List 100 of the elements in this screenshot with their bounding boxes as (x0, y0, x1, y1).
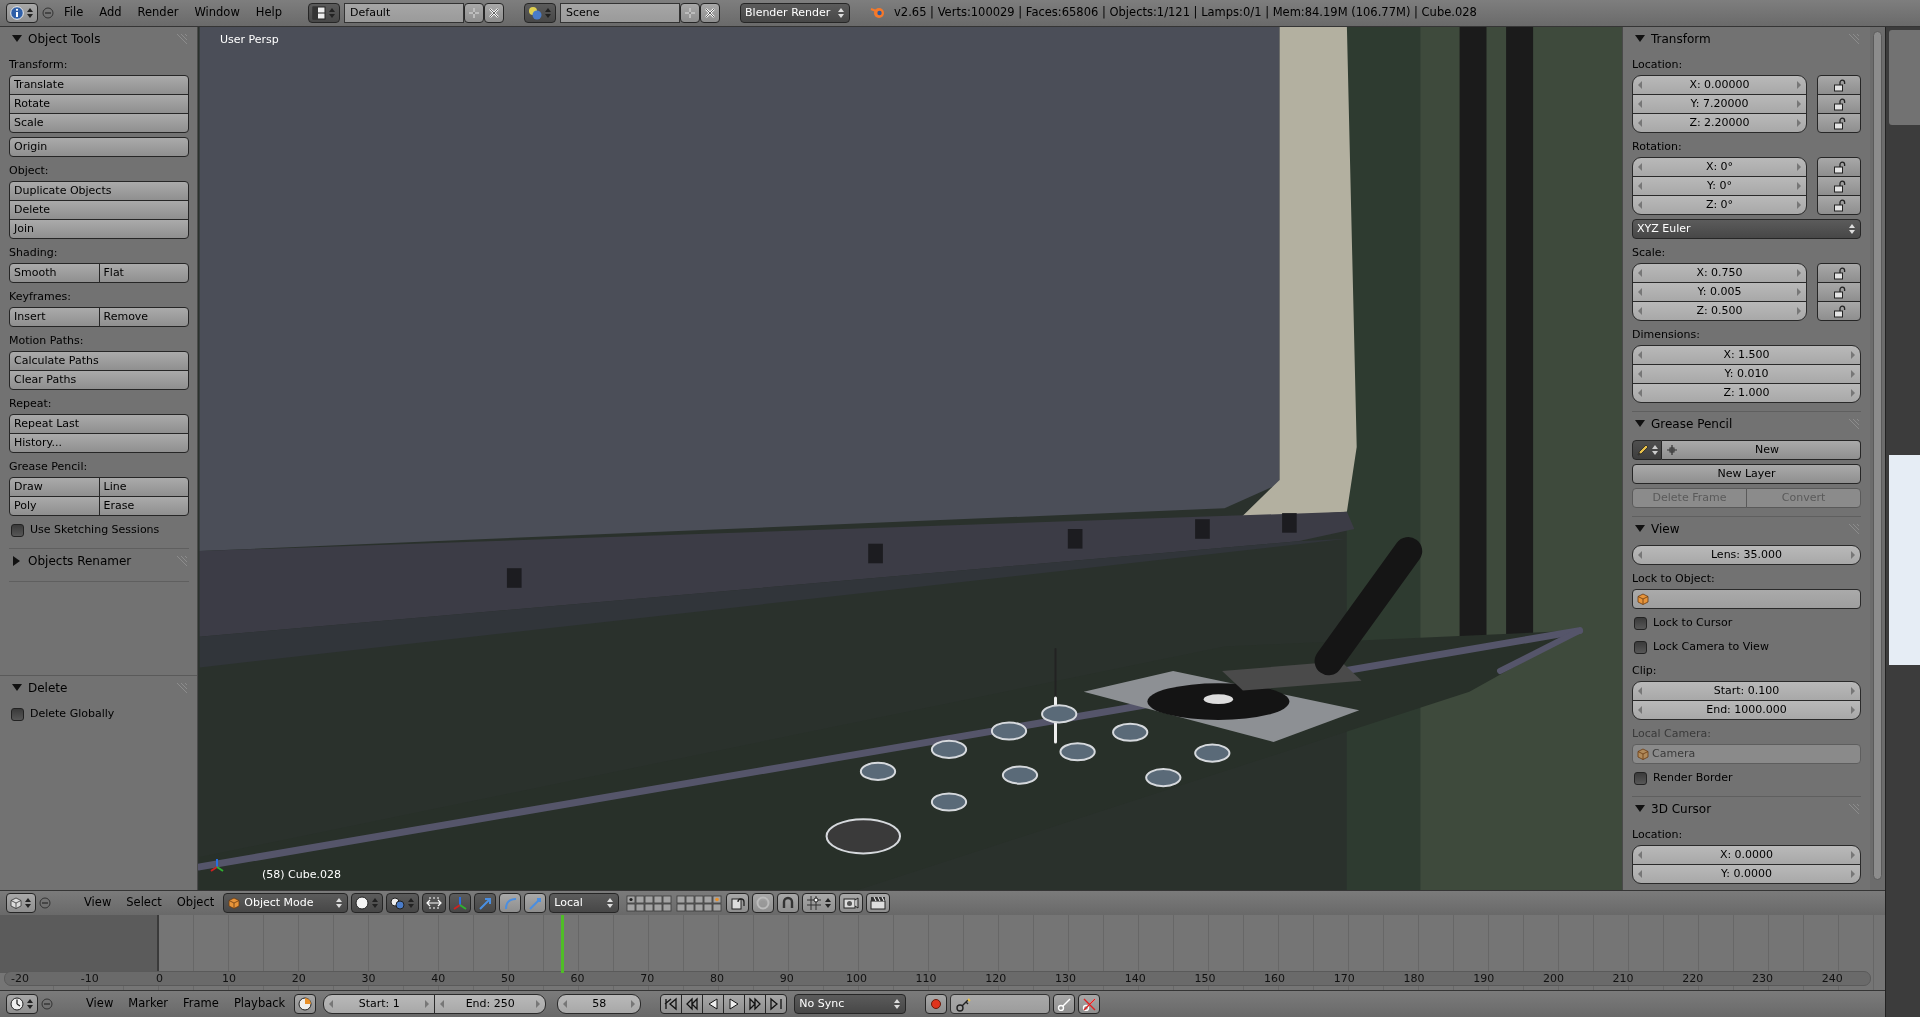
checkbox[interactable] (1634, 616, 1647, 630)
render-button[interactable] (839, 893, 864, 913)
decrement-arrow-icon[interactable] (1638, 288, 1642, 296)
decrement-arrow-icon[interactable] (563, 1000, 568, 1008)
panel-header[interactable]: Objects Renamer (9, 549, 189, 573)
tool-button[interactable]: Duplicate Objects (9, 181, 189, 201)
manipulator-toggle[interactable] (422, 893, 447, 913)
lock-toggle-button[interactable] (1817, 113, 1861, 133)
lock-toggle-button[interactable] (1817, 94, 1861, 114)
menu-item[interactable]: Object (170, 893, 221, 913)
menu-item[interactable]: View (78, 893, 118, 913)
scrollbar[interactable] (1873, 31, 1882, 880)
snap-element-dropdown[interactable] (802, 893, 837, 913)
decrement-arrow-icon[interactable] (1638, 351, 1642, 359)
number-field[interactable]: Y: 0.0000 (1632, 864, 1861, 884)
tool-button[interactable]: Draw (9, 477, 100, 497)
decrement-arrow-icon[interactable] (1638, 182, 1642, 190)
add-button[interactable] (680, 3, 701, 23)
decrement-arrow-icon[interactable] (329, 1000, 334, 1008)
decrement-arrow-icon[interactable] (1638, 389, 1642, 397)
panel-header[interactable]: View (1632, 517, 1861, 541)
translate-toggle[interactable] (474, 893, 497, 913)
jump-keyframe-forward-button[interactable] (744, 994, 767, 1014)
jump-start-button[interactable] (660, 994, 683, 1014)
menu-item[interactable]: View (80, 994, 120, 1014)
record-button[interactable] (925, 994, 948, 1014)
increment-arrow-icon[interactable] (1851, 551, 1855, 559)
orientation-dropdown[interactable]: Local (549, 893, 620, 913)
number-field[interactable]: Y: 0.010 (1632, 364, 1861, 384)
decrement-arrow-icon[interactable] (1638, 687, 1642, 695)
increment-arrow-icon[interactable] (1797, 269, 1801, 277)
preview-range-toggle[interactable] (294, 994, 317, 1014)
decrement-arrow-icon[interactable] (1638, 163, 1642, 171)
panel-header[interactable]: Grease Pencil (1632, 412, 1861, 436)
sync-dropdown[interactable]: No Sync (794, 994, 907, 1014)
increment-arrow-icon[interactable] (631, 1000, 636, 1008)
decrement-arrow-icon[interactable] (1638, 851, 1642, 859)
decrement-arrow-icon[interactable] (1638, 119, 1642, 127)
checkbox-label[interactable]: Render Border (1653, 771, 1733, 785)
number-field[interactable]: Z: 0° (1632, 195, 1807, 215)
increment-arrow-icon[interactable] (425, 1000, 430, 1008)
increment-arrow-icon[interactable] (1851, 706, 1855, 714)
decrement-arrow-icon[interactable] (1638, 307, 1642, 315)
increment-arrow-icon[interactable] (1851, 351, 1855, 359)
axes-toggle[interactable] (449, 893, 472, 913)
tool-button[interactable]: Insert (9, 307, 100, 327)
increment-arrow-icon[interactable] (1851, 851, 1855, 859)
start-frame-field[interactable]: Start: 1 (323, 994, 436, 1014)
panel-header[interactable]: Delete (9, 676, 189, 700)
number-field[interactable]: End: 1000.000 (1632, 700, 1861, 720)
number-field[interactable]: Z: 0.500 (1632, 301, 1807, 321)
scene-name-field[interactable]: Scene (560, 3, 681, 23)
number-field[interactable]: X: 0° (1632, 157, 1807, 177)
decrement-arrow-icon[interactable] (1638, 706, 1642, 714)
number-field[interactable]: Lens: 35.000 (1632, 545, 1861, 565)
tool-button[interactable]: New Layer (1632, 464, 1861, 484)
lock-toggle-button[interactable] (1817, 263, 1861, 283)
render-animation-button[interactable] (866, 893, 891, 913)
decrement-arrow-icon[interactable] (1638, 551, 1642, 559)
play-button[interactable] (723, 994, 746, 1014)
dropdown[interactable]: XYZ Euler (1632, 219, 1861, 239)
insert-keyframe-button[interactable] (1053, 994, 1076, 1014)
layout-name-field[interactable]: Default (344, 3, 465, 23)
scene-menu-button[interactable] (524, 3, 557, 23)
increment-arrow-icon[interactable] (1797, 100, 1801, 108)
number-field[interactable]: Z: 2.20000 (1632, 113, 1807, 133)
increment-arrow-icon[interactable] (1797, 201, 1801, 209)
decrement-arrow-icon[interactable] (1638, 870, 1642, 878)
increment-arrow-icon[interactable] (1851, 370, 1855, 378)
number-field[interactable]: Y: 7.20000 (1632, 94, 1807, 114)
mode-dropdown[interactable]: Object Mode (223, 893, 349, 913)
editor-type-button[interactable] (6, 3, 38, 23)
increment-arrow-icon[interactable] (1851, 687, 1855, 695)
number-field[interactable]: X: 0.00000 (1632, 75, 1807, 95)
tool-button[interactable]: Erase (98, 496, 189, 516)
number-field[interactable]: Z: 1.000 (1632, 383, 1861, 403)
tool-button[interactable]: Smooth (9, 263, 100, 283)
checkbox-label[interactable]: Lock to Cursor (1653, 616, 1733, 630)
increment-arrow-icon[interactable] (1797, 182, 1801, 190)
current-frame-field[interactable]: 58 (557, 994, 642, 1014)
snap-toggle[interactable] (777, 893, 800, 913)
checkbox[interactable] (11, 523, 24, 537)
editor-type-button[interactable] (6, 994, 38, 1014)
number-field[interactable]: X: 0.750 (1632, 263, 1807, 283)
number-field[interactable]: X: 0.0000 (1632, 845, 1861, 865)
number-field[interactable]: Y: 0.005 (1632, 282, 1807, 302)
lock-toggle-button[interactable] (1817, 301, 1861, 321)
increment-arrow-icon[interactable] (1797, 163, 1801, 171)
tool-button[interactable]: History... (9, 433, 189, 453)
decrement-arrow-icon[interactable] (1638, 100, 1642, 108)
menu-item[interactable]: Playback (227, 994, 292, 1014)
number-field[interactable]: Start: 0.100 (1632, 681, 1861, 701)
layout-menu-button[interactable] (308, 3, 341, 23)
lock-toggle-button[interactable] (1817, 157, 1861, 177)
menu-item[interactable]: Help (249, 3, 289, 23)
increment-arrow-icon[interactable] (1851, 389, 1855, 397)
number-field[interactable]: Y: 0° (1632, 176, 1807, 196)
checkbox[interactable] (11, 707, 24, 721)
decrement-arrow-icon[interactable] (1638, 370, 1642, 378)
tool-button[interactable]: Line (98, 477, 189, 497)
